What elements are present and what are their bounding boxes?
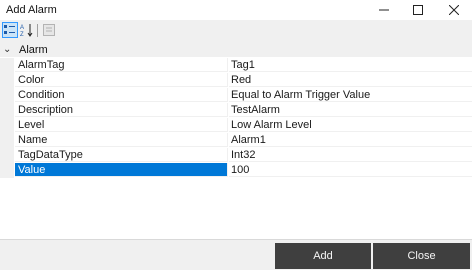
- property-value[interactable]: Low Alarm Level: [229, 118, 472, 132]
- title-bar: Add Alarm: [0, 0, 472, 20]
- svg-text:A: A: [20, 25, 24, 31]
- property-grid: ⌄ Alarm AlarmTag Tag1 Color Red Conditio…: [0, 43, 472, 239]
- row-gutter: [0, 88, 14, 103]
- row-gutter: [0, 58, 14, 73]
- property-grid-toolbar: A Z: [0, 20, 472, 44]
- property-name: Value: [15, 163, 228, 177]
- property-value[interactable]: Equal to Alarm Trigger Value: [229, 88, 472, 102]
- row-gutter: [0, 163, 14, 178]
- property-value[interactable]: Tag1: [229, 58, 472, 72]
- property-value[interactable]: Alarm1: [229, 133, 472, 147]
- property-value[interactable]: 100: [229, 163, 472, 177]
- property-name: Description: [15, 103, 228, 117]
- maximize-icon: [413, 5, 423, 15]
- category-row-alarm[interactable]: ⌄ Alarm: [0, 43, 472, 57]
- property-row-name[interactable]: Name Alarm1: [0, 133, 472, 148]
- add-button[interactable]: Add: [275, 243, 371, 269]
- property-name: AlarmTag: [15, 58, 228, 72]
- property-name: Condition: [15, 88, 228, 102]
- toolbar-separator: [37, 24, 38, 37]
- close-window-button[interactable]: [437, 0, 471, 20]
- property-value[interactable]: Int32: [229, 148, 472, 162]
- row-gutter: [0, 118, 14, 133]
- maximize-button[interactable]: [401, 0, 435, 20]
- category-label: Alarm: [19, 44, 48, 56]
- property-value[interactable]: TestAlarm: [229, 103, 472, 117]
- close-button[interactable]: Close: [373, 243, 470, 269]
- minimize-button[interactable]: [367, 0, 401, 20]
- sort-alphabetical-icon: A Z: [20, 24, 33, 37]
- close-icon: [449, 5, 459, 15]
- row-gutter: [0, 148, 14, 163]
- property-pages-button[interactable]: [41, 22, 57, 38]
- property-name: Name: [15, 133, 228, 147]
- property-row-condition[interactable]: Condition Equal to Alarm Trigger Value: [0, 88, 472, 103]
- minimize-icon: [379, 9, 389, 11]
- dialog-footer: Add Close: [0, 239, 472, 270]
- property-row-color[interactable]: Color Red: [0, 73, 472, 88]
- row-gutter: [0, 103, 14, 118]
- categorized-button[interactable]: [2, 22, 18, 38]
- property-row-level[interactable]: Level Low Alarm Level: [0, 118, 472, 133]
- window-title: Add Alarm: [6, 4, 57, 16]
- categorized-icon: [4, 25, 15, 34]
- property-row-tagdatatype[interactable]: TagDataType Int32: [0, 148, 472, 163]
- property-value[interactable]: Red: [229, 73, 472, 87]
- chevron-down-icon[interactable]: ⌄: [3, 44, 11, 55]
- row-gutter: [0, 73, 14, 88]
- alphabetical-button[interactable]: A Z: [19, 22, 35, 38]
- property-row-value[interactable]: Value 100: [0, 163, 472, 178]
- property-name: Color: [15, 73, 228, 87]
- add-alarm-dialog: Add Alarm A Z ⌄ Alarm AlarmTag Tag1 Colo…: [0, 0, 472, 270]
- property-row-description[interactable]: Description TestAlarm: [0, 103, 472, 118]
- property-name: TagDataType: [15, 148, 228, 162]
- svg-text:Z: Z: [20, 32, 24, 37]
- property-row-alarmtag[interactable]: AlarmTag Tag1: [0, 58, 472, 73]
- row-gutter: [0, 133, 14, 148]
- property-pages-icon: [43, 24, 55, 36]
- property-name: Level: [15, 118, 228, 132]
